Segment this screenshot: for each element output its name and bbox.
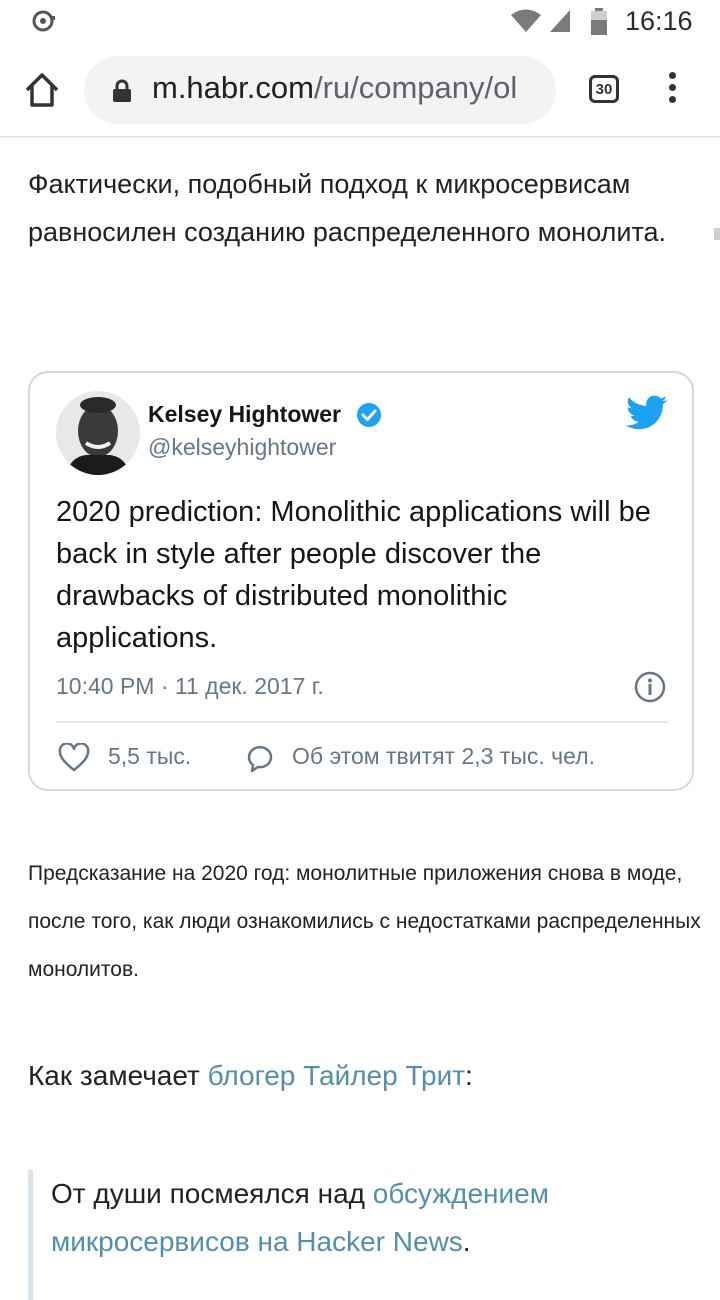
paragraph3-text-before: Как замечает xyxy=(28,1060,208,1091)
article-paragraph-1: Фактически, подобный подход к микросерви… xyxy=(28,169,667,247)
author-handle[interactable]: @kelseyhightower xyxy=(148,434,336,461)
lock-icon[interactable] xyxy=(112,79,132,103)
blockquote: От души посмеялся над обсуждением микрос… xyxy=(28,1170,697,1300)
tweet-translation: Предсказание на 2020 год: монолитные при… xyxy=(28,862,701,981)
signal-icon xyxy=(550,10,570,32)
reply-bubble-icon[interactable] xyxy=(244,743,276,773)
browser-toolbar: m.habr.com/ru/company/ol 30 xyxy=(0,44,720,137)
status-clock: 16:16 xyxy=(625,6,693,36)
wifi-icon xyxy=(511,9,541,32)
embedded-tweet[interactable]: Kelsey Hightower @kelseyhightower 2020 p… xyxy=(28,371,694,791)
retweet-count[interactable]: Об этом твитят 2,3 тыс. чел. xyxy=(292,743,595,770)
avatar[interactable] xyxy=(56,391,140,475)
twitter-bird-icon[interactable] xyxy=(626,395,668,431)
battery-icon xyxy=(591,8,607,35)
tweet-timestamp[interactable]: 10:40 PM · 11 дек. 2017 г. xyxy=(56,673,324,700)
article-paragraph-3: Как замечает блогер Тайлер Трит: xyxy=(28,1052,688,1100)
quote-text: От души посмеялся над обсуждением микрос… xyxy=(33,1170,697,1266)
like-count[interactable]: 5,5 тыс. xyxy=(108,743,191,770)
url-path: /ru/company/ol xyxy=(313,70,518,105)
url-bar[interactable]: m.habr.com/ru/company/ol xyxy=(84,56,556,124)
quote-text-after: . xyxy=(462,1226,471,1257)
tab-count: 30 xyxy=(595,81,613,98)
home-icon[interactable] xyxy=(22,70,62,110)
tabs-button[interactable]: 30 xyxy=(589,75,619,103)
menu-icon[interactable] xyxy=(664,72,680,108)
quote-text-before: От души посмеялся над xyxy=(51,1178,373,1209)
url-text[interactable]: m.habr.com/ru/company/ol xyxy=(152,70,517,106)
status-bar: 16:16 xyxy=(0,0,720,44)
url-host: m.habr.com xyxy=(152,70,314,105)
author-name[interactable]: Kelsey Hightower xyxy=(148,401,341,428)
scroll-indicator[interactable] xyxy=(714,228,720,240)
blogger-link[interactable]: блогер Тайлер Трит xyxy=(208,1060,465,1091)
tweet-text: 2020 prediction: Monolithic applications… xyxy=(56,496,651,654)
verified-icon xyxy=(357,403,381,427)
notification-icon xyxy=(32,10,55,32)
tweet-divider xyxy=(56,721,668,723)
info-icon[interactable] xyxy=(634,671,666,703)
paragraph3-text-after: : xyxy=(465,1060,473,1091)
heart-icon[interactable] xyxy=(58,743,90,773)
